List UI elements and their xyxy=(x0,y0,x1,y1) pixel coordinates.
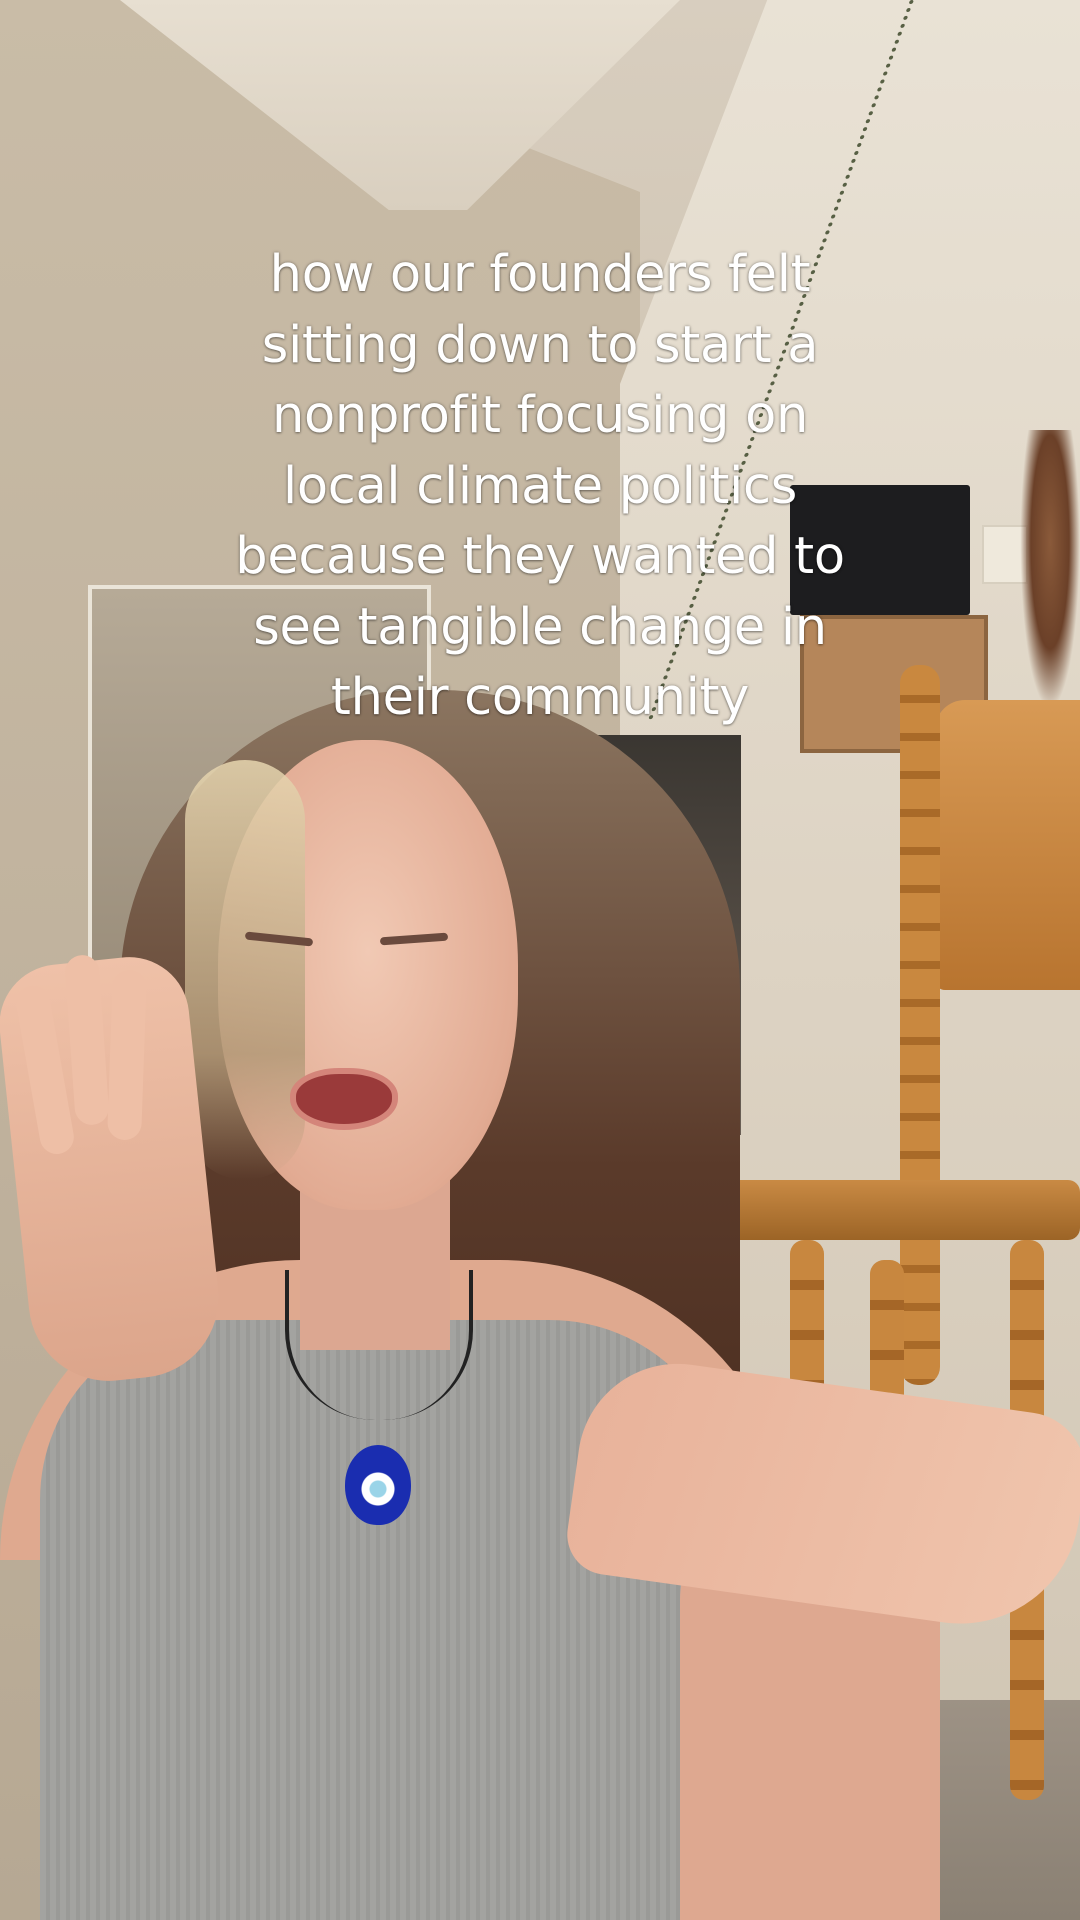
chair-post xyxy=(900,665,940,1385)
evil-eye-pendant xyxy=(345,1445,411,1525)
caption-line: their community xyxy=(330,668,750,727)
video-frame: how our founders felt sitting down to st… xyxy=(0,0,1080,1920)
dried-flowers xyxy=(1020,430,1080,710)
caption-line: sitting down to start a xyxy=(261,315,819,375)
caption-line: nonprofit focusing on xyxy=(272,386,808,445)
caption-overlay: how our founders felt sitting down to st… xyxy=(140,240,940,734)
finger xyxy=(107,969,147,1141)
caption-line: see tangible change in xyxy=(253,597,827,657)
open-mouth xyxy=(290,1068,398,1130)
hair-highlight xyxy=(185,760,305,1180)
chair-back xyxy=(935,700,1080,990)
caption-line: because they wanted to xyxy=(235,527,845,586)
caption-line: local climate politics xyxy=(282,456,798,516)
caption-line: how our founders felt xyxy=(269,245,811,304)
chair-seat xyxy=(690,1180,1080,1240)
